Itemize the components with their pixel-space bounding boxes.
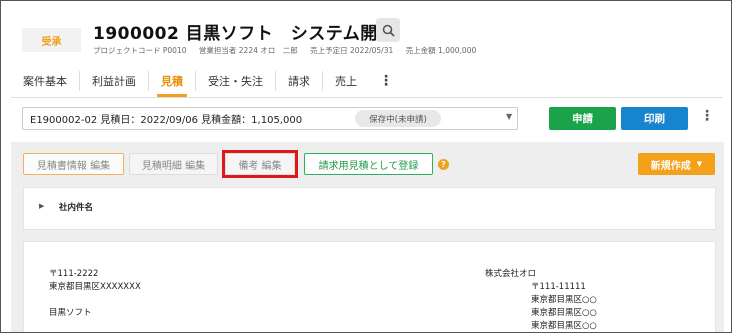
issuer-company: 株式会社オロ	[485, 269, 537, 279]
tabs-divider	[11, 97, 723, 98]
estimate-info-edit-button[interactable]: 見積書情報 編集	[23, 153, 124, 175]
search-icon	[382, 24, 395, 37]
estimate-select-value: E1900002-02 見積日：2022/09/06 見積金額：1,105,00…	[30, 115, 303, 126]
save-status-badge: 保存中(未申請)	[355, 110, 441, 127]
internal-name-panel	[23, 187, 716, 230]
project-title: 1900002 目黒ソフト システム開発	[93, 24, 396, 44]
tab-sales[interactable]: 売上	[323, 71, 369, 91]
estimate-detail-edit-button[interactable]: 見積明細 編集	[129, 153, 218, 175]
recipient-name: 目黒ソフト	[49, 308, 92, 318]
new-create-label: 新規作成	[650, 160, 691, 172]
project-meta: プロジェクトコード P0010 営業担当者 2224 オロ 二郎 売上予定日 2…	[93, 45, 486, 56]
tab-billing[interactable]: 請求	[276, 71, 323, 91]
status-badge: 受承	[22, 28, 81, 52]
more-tabs-icon[interactable]: ⋮	[369, 73, 403, 89]
issuer-address-2: 東京都目黒区○○	[531, 308, 597, 318]
meta-sales-date: 売上予定日 2022/05/31	[310, 46, 394, 55]
window-frame: 受承 1900002 目黒ソフト システム開発 プロジェクトコード P0010 …	[0, 0, 732, 333]
issuer-address-3: 東京都目黒区○○	[531, 321, 597, 331]
apply-button[interactable]: 申請	[549, 107, 616, 130]
new-create-button[interactable]: 新規作成 ▼	[638, 153, 715, 175]
tab-profit-plan[interactable]: 利益計画	[80, 71, 149, 91]
more-actions-icon[interactable]: ⋮	[700, 108, 714, 124]
meta-sales-amount: 売上金額 1,000,000	[405, 46, 477, 55]
print-button[interactable]: 印刷	[621, 107, 688, 130]
issuer-postal: 〒111-11111	[531, 282, 586, 292]
help-icon[interactable]: ?	[438, 159, 449, 170]
expand-arrow-icon[interactable]: ▶	[39, 202, 44, 210]
tab-bar: 案件基本 利益計画 見積 受注・失注 請求 売上 ⋮	[11, 67, 403, 97]
meta-sales-rep: 営業担当者 2224 オロ 二郎	[198, 46, 298, 55]
issuer-address-1: 東京都目黒区○○	[531, 295, 597, 305]
tab-estimate[interactable]: 見積	[149, 71, 196, 97]
tab-order[interactable]: 受注・失注	[196, 71, 276, 91]
chevron-down-icon[interactable]: ▼	[506, 112, 512, 121]
tab-project-basic[interactable]: 案件基本	[11, 71, 80, 91]
meta-project-code: プロジェクトコード P0010	[93, 46, 187, 55]
recipient-address: 東京都目黒区XXXXXXX	[49, 282, 141, 292]
recipient-postal: 〒111-2222	[49, 269, 99, 279]
estimate-select[interactable]: E1900002-02 見積日：2022/09/06 見積金額：1,105,00…	[22, 107, 518, 130]
register-invoice-estimate-button[interactable]: 請求用見積として登録	[304, 153, 433, 175]
caret-down-icon: ▼	[696, 160, 703, 168]
internal-name-label: 社内件名	[59, 203, 94, 213]
search-button[interactable]	[376, 18, 400, 42]
highlight-box	[222, 150, 298, 178]
